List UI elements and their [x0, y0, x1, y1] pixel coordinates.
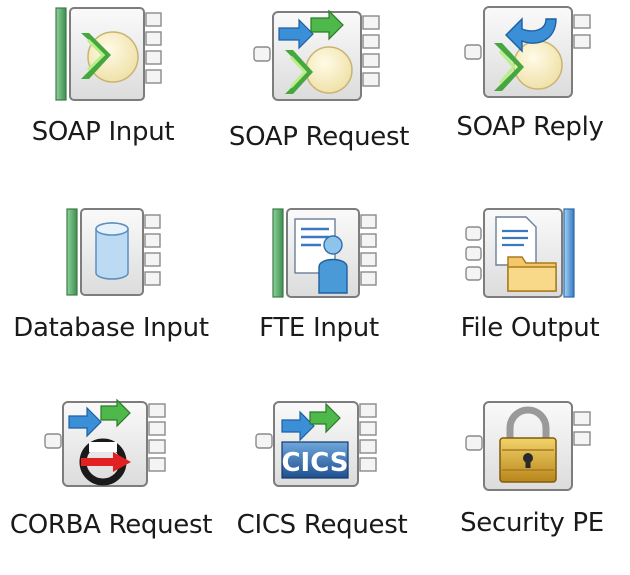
corba-request-icon [44, 398, 166, 487]
node-corba-request[interactable]: CORBA Request [10, 398, 212, 575]
node-soap-reply[interactable]: SOAP Reply [430, 5, 630, 180]
file-output-icon [465, 208, 575, 298]
security-pe-icon [465, 401, 591, 491]
soap-request-icon [253, 9, 380, 101]
node-security-pe[interactable]: Security PE [432, 400, 630, 575]
database-input-icon [66, 208, 161, 296]
node-soap-input[interactable]: SOAP Input [3, 5, 203, 180]
fte-input-icon [272, 208, 377, 298]
node-database-input[interactable]: Database Input [11, 205, 211, 380]
node-label: File Output [460, 313, 600, 343]
soap-input-icon [55, 7, 162, 101]
cics-icon-text: CICS [281, 448, 348, 478]
node-file-output[interactable]: File Output [430, 205, 630, 380]
node-cics-request[interactable]: CICS CICS Request [222, 400, 422, 575]
node-label: Security PE [460, 508, 604, 538]
node-fte-input[interactable]: FTE Input [219, 205, 419, 380]
soap-reply-icon [464, 6, 591, 98]
cics-request-icon: CICS [255, 401, 377, 487]
node-label: SOAP Reply [456, 112, 604, 142]
node-soap-request[interactable]: SOAP Request [219, 9, 419, 185]
